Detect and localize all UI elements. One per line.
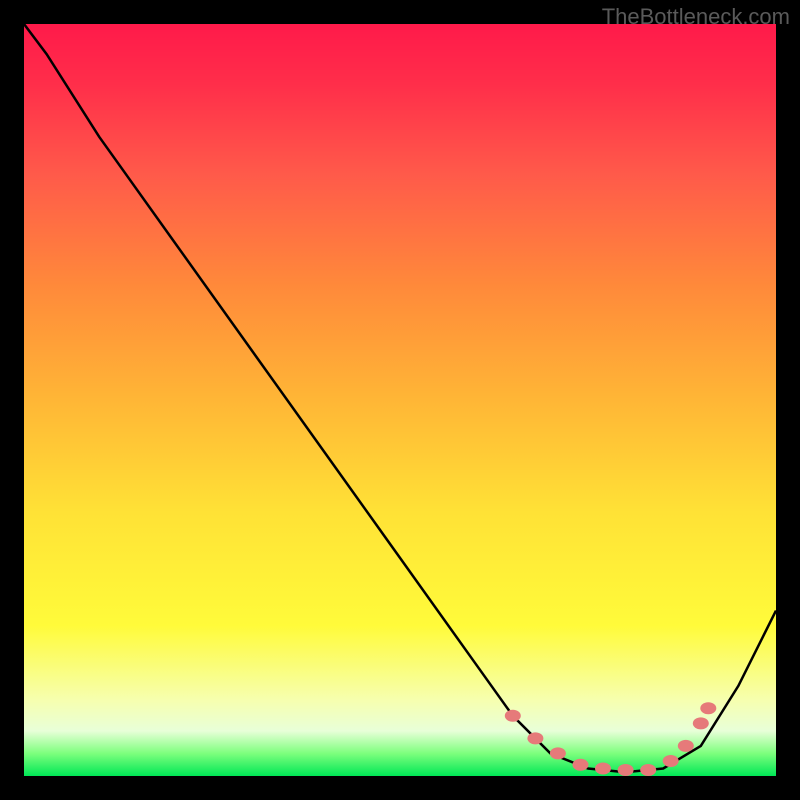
watermark-text: TheBottleneck.com [602,4,790,30]
chart-background [24,24,776,776]
